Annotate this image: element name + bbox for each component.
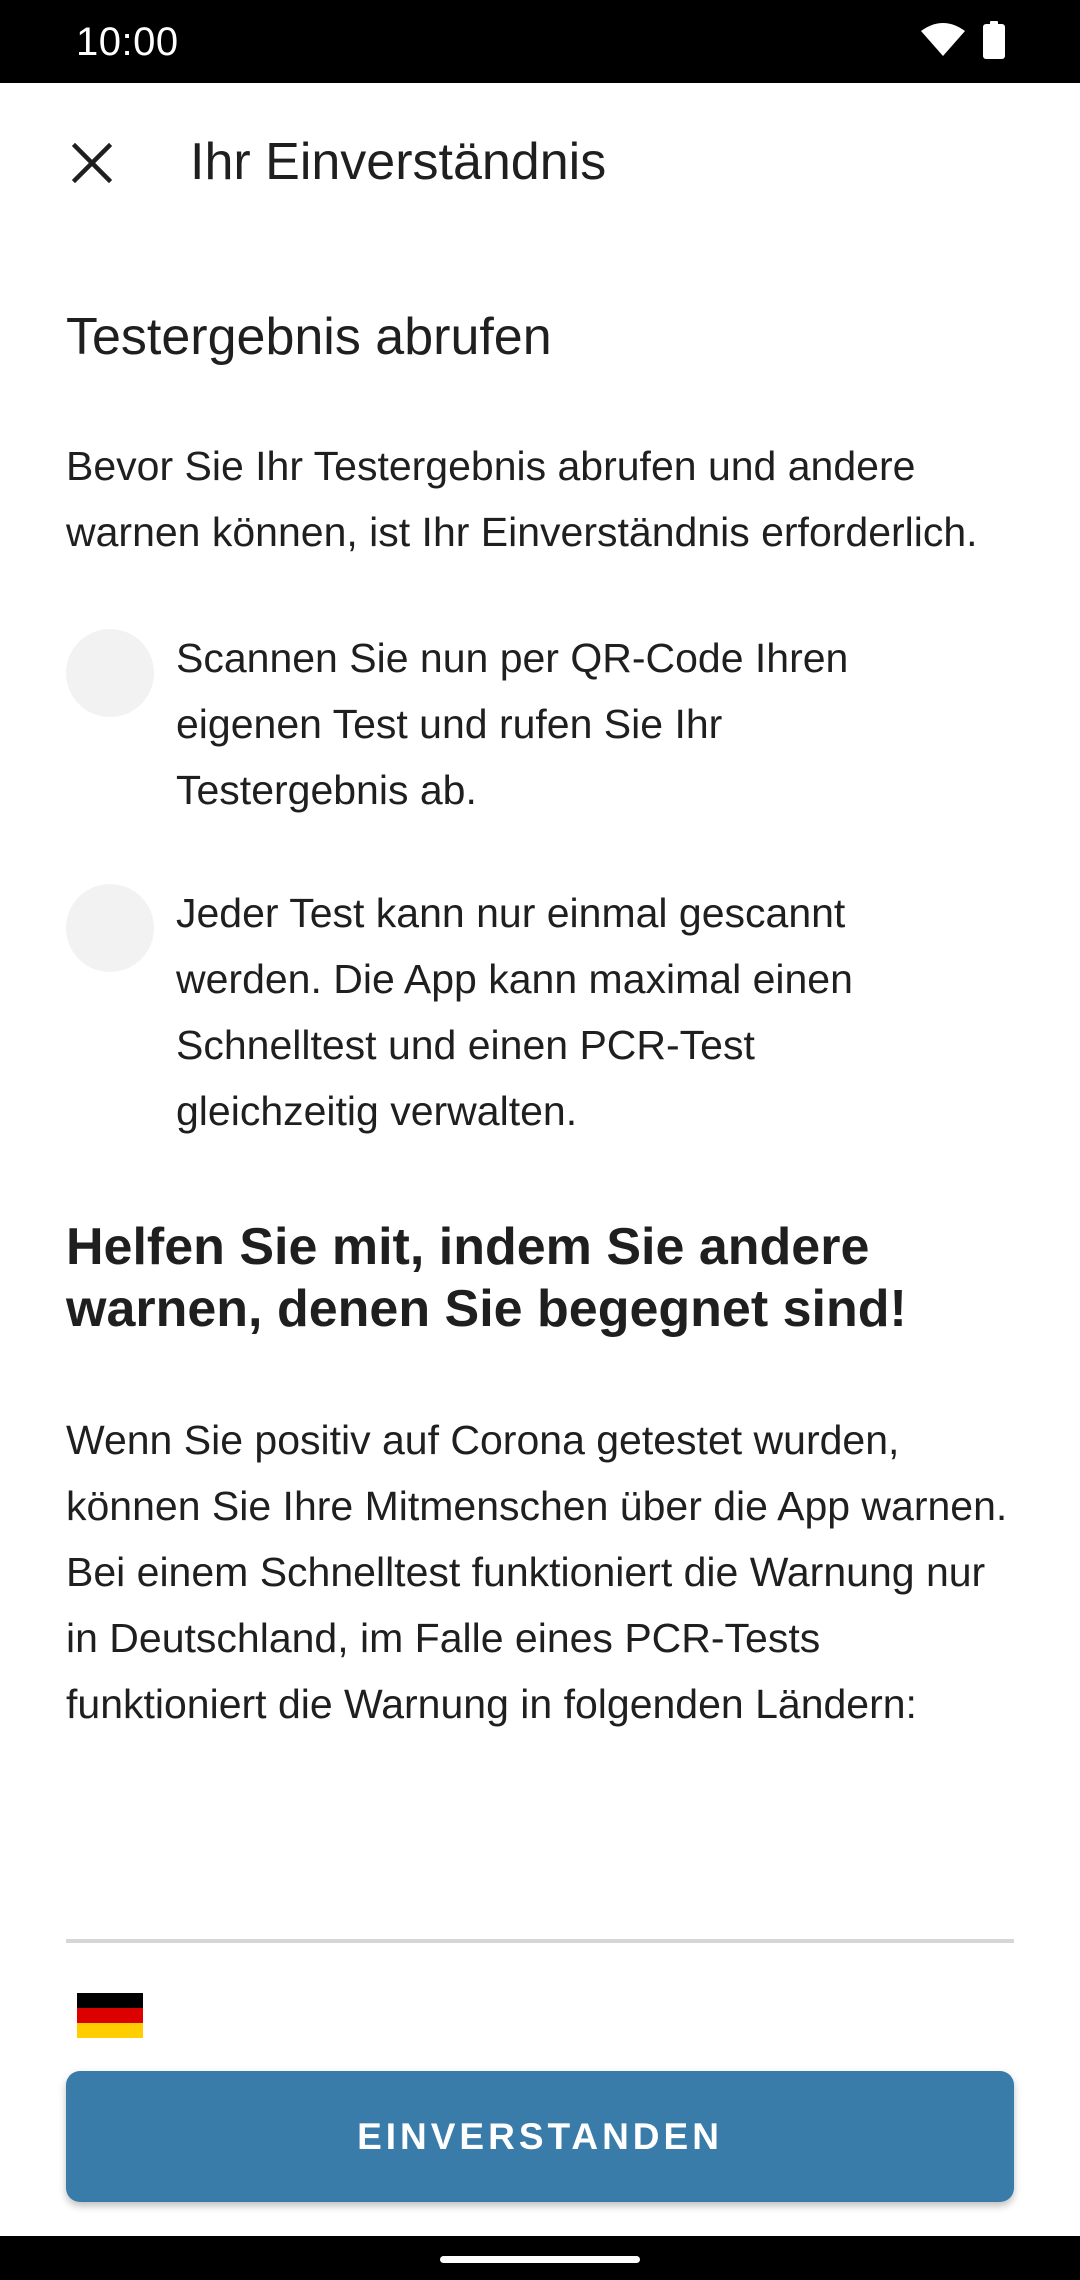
help-heading: Helfen Sie mit, indem Sie andere warnen,… [66, 1218, 907, 1338]
bullet-icon [66, 884, 154, 972]
wifi-icon [921, 22, 965, 62]
close-button[interactable] [52, 125, 132, 205]
help-paragraph: Wenn Sie positiv auf Corona getestet wur… [66, 1417, 1008, 1727]
bullet-icon [66, 629, 154, 717]
agree-button[interactable]: EINVERSTANDEN [66, 2071, 1014, 2202]
close-icon [71, 142, 113, 188]
flag-stripe-red [77, 2008, 143, 2023]
germany-flag-icon [77, 1993, 143, 2038]
intro-text: Bevor Sie Ihr Testergebnis abrufen und a… [66, 443, 978, 555]
bullet-text: Jeder Test kann nur einmal gescannt werd… [176, 890, 853, 1134]
bullet-item: Jeder Test kann nur einmal gescannt werd… [66, 880, 1014, 1144]
status-icons [921, 20, 1005, 64]
status-time: 10:00 [76, 20, 179, 64]
battery-icon [983, 20, 1005, 64]
divider [66, 1939, 1014, 1943]
flag-stripe-black [77, 1993, 143, 2008]
consent-content: Testergebnis abrufen Bevor Sie Ihr Teste… [66, 243, 1014, 1737]
flag-stripe-gold [77, 2023, 143, 2038]
bullet-item: Scannen Sie nun per QR-Code Ihren eigene… [66, 625, 1014, 823]
bullet-text: Scannen Sie nun per QR-Code Ihren eigene… [176, 635, 849, 813]
app-bar: Ihr Einverständnis [0, 83, 1080, 243]
status-bar: 10:00 [0, 0, 1080, 83]
home-gesture-handle[interactable] [440, 2256, 640, 2263]
navigation-bar [0, 2236, 1080, 2280]
page-title: Ihr Einverständnis [190, 133, 607, 191]
section-title: Testergebnis abrufen [66, 308, 552, 366]
